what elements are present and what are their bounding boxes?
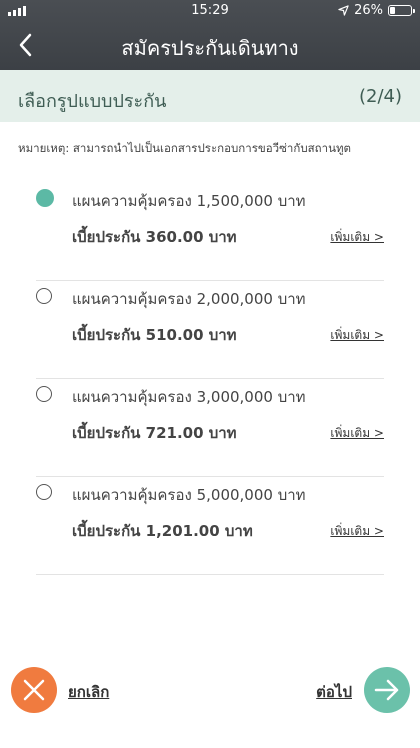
more-link[interactable]: เพิ่มเติม > — [330, 522, 384, 541]
close-icon — [23, 679, 45, 701]
app-header: 15:29 26% สมัครประกันเดินทาง — [0, 0, 420, 70]
battery-percent: 26% — [354, 3, 383, 18]
arrow-right-icon — [374, 679, 399, 701]
plan-premium: เบี้ยประกัน 510.00 บาท — [72, 326, 237, 344]
step-label: เลือกรูปแบบประกัน — [18, 91, 167, 112]
step-count: (2/4) — [358, 86, 402, 107]
step-bar: เลือกรูปแบบประกัน (2/4) — [0, 70, 420, 122]
cancel-label[interactable]: ยกเลิก — [68, 680, 109, 704]
page-title: สมัครประกันเดินทาง — [121, 36, 299, 60]
plan-option[interactable]: แผนความคุ้มครอง 3,000,000 บาท เบี้ยประกั… — [36, 378, 384, 477]
note-text: หมายเหตุ: สามารถนำไปเป็นเอกสารประกอบการข… — [18, 141, 351, 155]
location-arrow-icon — [338, 5, 349, 16]
plan-label: แผนความคุ้มครอง 1,500,000 บาท — [72, 192, 306, 210]
plan-premium: เบี้ยประกัน 360.00 บาท — [72, 228, 237, 246]
status-right: 26% — [338, 3, 415, 18]
plan-option[interactable]: แผนความคุ้มครอง 5,000,000 บาท เบี้ยประกั… — [36, 476, 384, 575]
radio-unselected[interactable] — [36, 484, 52, 500]
plan-label: แผนความคุ้มครอง 5,000,000 บาท — [72, 486, 306, 504]
status-bar: 15:29 26% — [0, 0, 420, 22]
plan-label: แผนความคุ้มครอง 2,000,000 บาท — [72, 290, 306, 308]
plan-premium: เบี้ยประกัน 1,201.00 บาท — [72, 522, 253, 540]
cancel-button[interactable] — [11, 667, 57, 713]
radio-unselected[interactable] — [36, 386, 52, 402]
next-label[interactable]: ต่อไป — [316, 680, 352, 704]
more-link[interactable]: เพิ่มเติม > — [330, 326, 384, 345]
plan-option[interactable]: แผนความคุ้มครอง 2,000,000 บาท เบี้ยประกั… — [36, 280, 384, 379]
more-link[interactable]: เพิ่มเติม > — [330, 228, 384, 247]
radio-unselected[interactable] — [36, 288, 52, 304]
plan-premium: เบี้ยประกัน 721.00 บาท — [72, 424, 237, 442]
plan-label: แผนความคุ้มครอง 3,000,000 บาท — [72, 388, 306, 406]
battery-icon — [388, 5, 415, 16]
plan-option[interactable]: แผนความคุ้มครอง 1,500,000 บาท เบี้ยประกั… — [36, 182, 384, 281]
radio-selected[interactable] — [36, 189, 54, 207]
next-button[interactable] — [364, 667, 410, 713]
more-link[interactable]: เพิ่มเติม > — [330, 424, 384, 443]
